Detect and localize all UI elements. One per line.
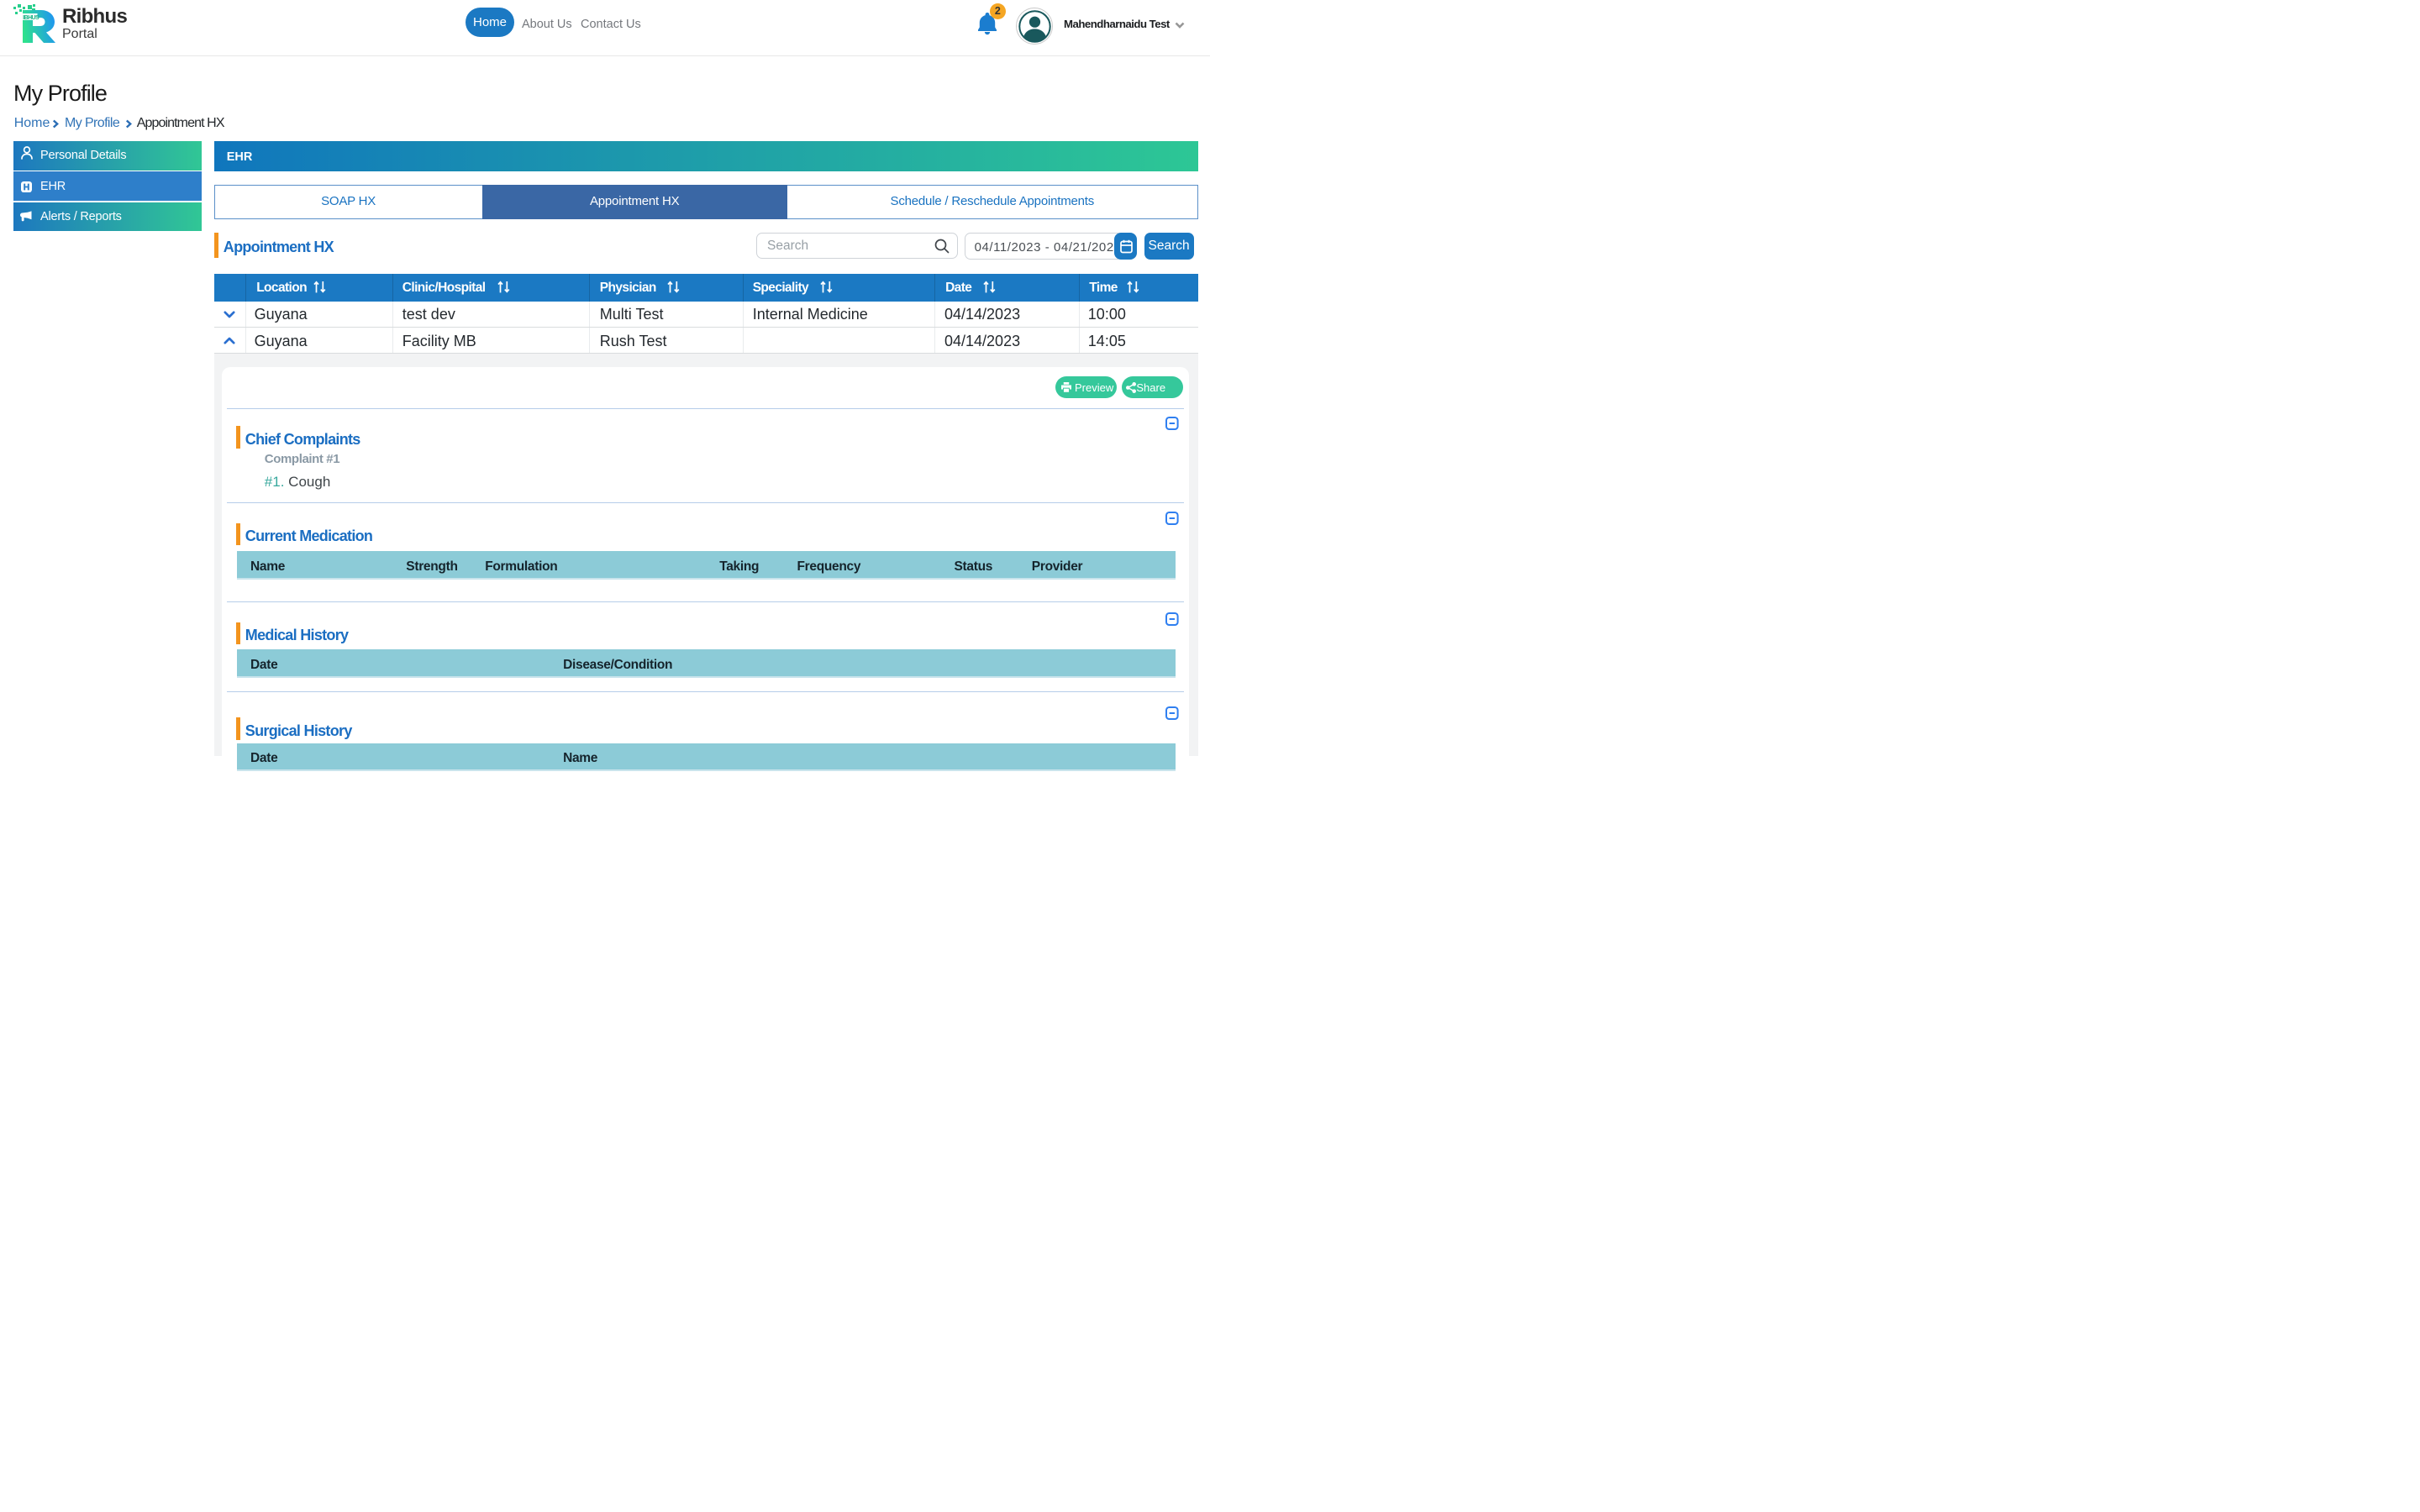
svg-text:IBHUS: IBHUS [23, 15, 39, 21]
